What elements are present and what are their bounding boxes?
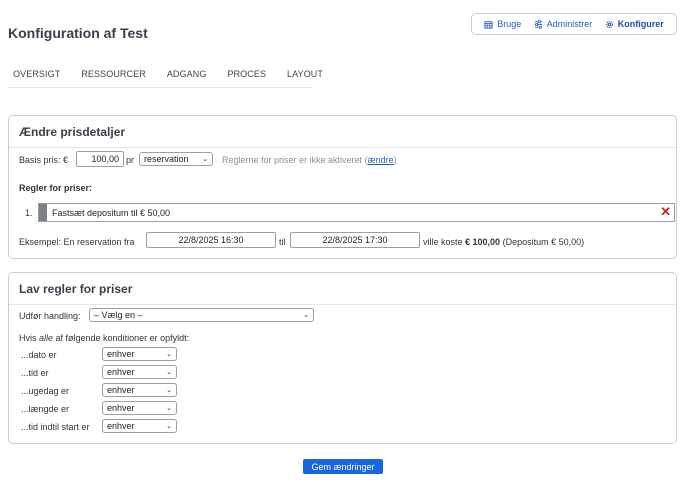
rule-text: Fastsæt depositum til € 50,00 [52,208,171,218]
condition-value: enhver [107,403,135,413]
action-select-value: – Vælg en – [94,310,143,320]
page-title: Konfiguration af Test [8,25,148,41]
rule-row[interactable]: Fastsæt depositum til € 50,00 ✕ [38,203,675,222]
action-label: Udfør handling: [19,311,81,321]
make-rules-title: Lav regler for priser [19,282,133,296]
conditions-prefix: Hvis [19,333,39,343]
calendar-icon [484,20,493,29]
panel-divider [9,304,676,305]
rules-note: Reglerne for priser er ikke aktiveret (æ… [222,155,397,165]
condition-select-length[interactable]: enhver ⌄ [102,401,177,415]
tab-layout[interactable]: LAYOUT [282,66,328,87]
base-price-label: Basis pris: € [19,155,69,165]
tab-proces[interactable]: PROCES [222,66,271,87]
example-cost-value: € 100,00 [465,237,501,247]
conditions-emphasis: alle [39,333,54,343]
example-to-label: til [279,237,286,247]
chevron-down-icon: ⌄ [166,387,172,394]
price-details-title: Ændre prisdetaljer [19,125,126,139]
condition-value: enhver [107,421,135,431]
condition-value: enhver [107,349,135,359]
nav-administrer-label: Administrer [546,19,593,29]
nav-bruge-label: Bruge [497,19,522,29]
per-unit-value: reservation [144,154,189,164]
condition-value: enhver [107,367,135,377]
condition-select-time-until-start[interactable]: enhver ⌄ [102,419,177,433]
nav-bruge[interactable]: Bruge [484,19,521,29]
per-unit-select[interactable]: reservation ⌄ [139,152,213,166]
condition-label-time: ...tid er [21,368,49,378]
rules-note-text: Reglerne for priser er ikke aktiveret ( [222,155,368,165]
make-rules-panel: Lav regler for priser Udfør handling: – … [8,272,677,444]
chevron-down-icon: ⌄ [303,312,309,319]
tab-oversigt[interactable]: OVERSIGT [8,66,65,87]
condition-select-time[interactable]: enhver ⌄ [102,365,177,379]
example-deposit: (Depositum € 50,00) [502,237,585,247]
condition-label-date: ...dato er [21,350,57,360]
nav-konfigurer[interactable]: Konfigurer [605,19,664,29]
section-tabs: OVERSIGT RESSOURCER ADGANG PROCES LAYOUT [8,66,323,88]
rules-change-link[interactable]: ændre [368,155,394,165]
example-cost: ville koste € 100,00 (Depositum € 50,00) [423,237,584,247]
rules-note-suffix: ) [393,155,397,165]
conditions-suffix: af følgende konditioner er opfyldt: [53,333,190,343]
nav-administrer[interactable]: Administrer [534,19,593,29]
chevron-down-icon: ⌄ [202,156,208,163]
top-navigation: Bruge Administrer Konfigurer [471,13,677,35]
drag-handle[interactable] [39,204,47,221]
gear-icon [605,20,613,28]
panel-divider [9,147,676,148]
example-cost-label: ville koste [423,237,463,247]
conditions-heading: Hvis alle af følgende konditioner er opf… [19,333,189,343]
sliders-icon [534,19,542,29]
save-button[interactable]: Gem ændringer [303,459,383,474]
price-details-panel: Ændre prisdetaljer Basis pris: € 100,00 … [8,115,677,259]
chevron-down-icon: ⌄ [166,423,172,430]
condition-select-date[interactable]: enhver ⌄ [102,347,177,361]
delete-rule-icon[interactable]: ✕ [660,205,671,219]
condition-label-time-until-start: ...tid indtil start er [21,422,90,432]
condition-label-length: ...længde er [21,404,70,414]
chevron-down-icon: ⌄ [166,369,172,376]
example-prefix: Eksempel: En reservation fra [19,237,135,247]
base-price-input[interactable]: 100,00 [76,151,124,167]
example-from-input[interactable]: 22/8/2025 16:30 [146,232,276,248]
condition-label-weekday: ...ugedag er [21,386,70,396]
example-to-input[interactable]: 22/8/2025 17:30 [290,232,420,248]
tab-adgang[interactable]: ADGANG [162,66,212,87]
chevron-down-icon: ⌄ [166,351,172,358]
condition-select-weekday[interactable]: enhver ⌄ [102,383,177,397]
per-label: pr [126,155,135,165]
nav-konfigurer-label: Konfigurer [617,19,664,29]
tab-ressourcer[interactable]: RESSOURCER [76,66,151,87]
action-select[interactable]: – Vælg en – ⌄ [89,308,314,322]
rule-number: 1. [25,208,33,218]
rules-heading: Regler for priser: [19,183,93,193]
condition-value: enhver [107,385,135,395]
chevron-down-icon: ⌄ [166,405,172,412]
